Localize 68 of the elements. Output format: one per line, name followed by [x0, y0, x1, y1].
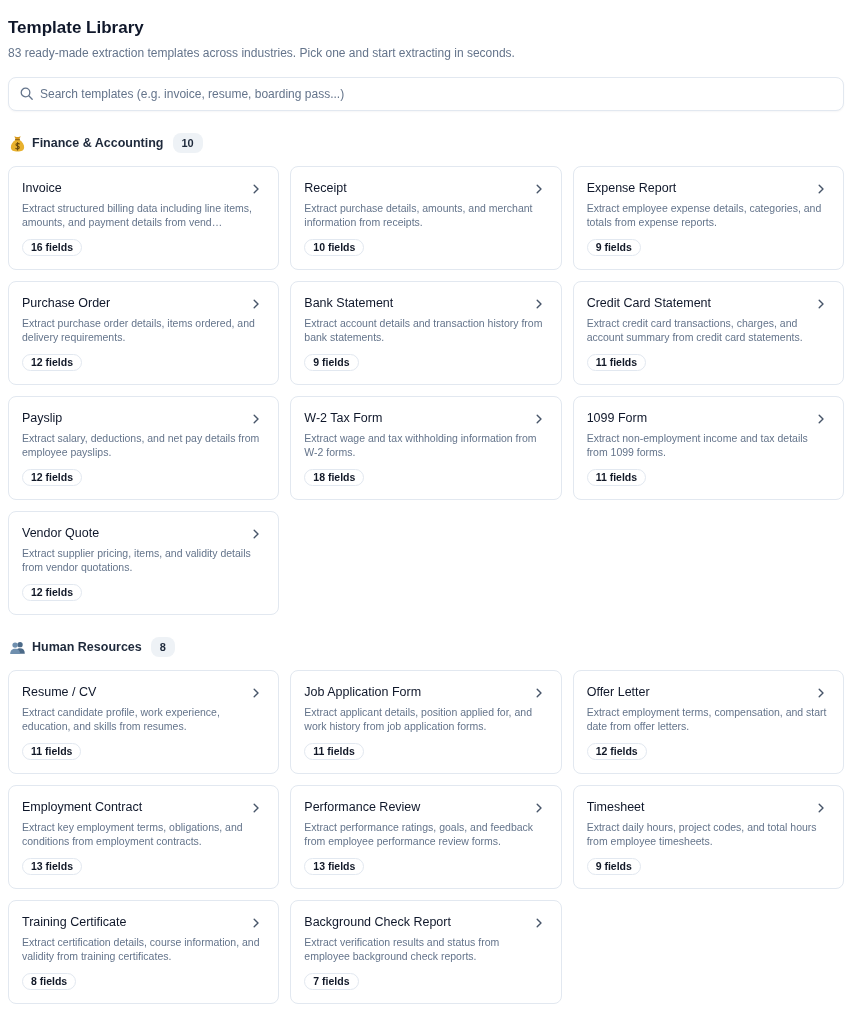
card-title: Credit Card Statement [586, 295, 711, 312]
chevron-right-icon [816, 802, 826, 813]
page-title: Template Library [8, 17, 145, 39]
template-card[interactable]: Training Certificate Extract certification details, course information, and validity from training certificates. 8 fields [8, 900, 280, 1004]
page-subtitle: 83 ready-made extraction templates across industries. Pick one and start extracting in seconds. [8, 45, 516, 61]
card-title: Performance Review [304, 799, 421, 816]
chevron-right-icon [816, 298, 826, 309]
template-card[interactable]: Payslip Extract salary, deductions, and net pay details from employee payslips. 12 fields [8, 396, 280, 500]
card-title: Training Certificate [22, 914, 127, 931]
section-title: Finance & Accounting [32, 134, 164, 152]
card-title: Bank Statement [304, 295, 394, 312]
card-description: Extract certification details, course information, and validity from training certificates. [22, 935, 261, 963]
template-card[interactable]: Expense Report Extract employee expense details, categories, and totals from expense reports. 9 fields [572, 166, 844, 270]
template-card[interactable]: Resume / CV Extract candidate profile, work experience, education, and skills from resumes. 11 fields [8, 670, 280, 774]
chevron-right-icon [816, 687, 826, 698]
money-bag-icon [10, 134, 25, 152]
search-icon [20, 87, 33, 100]
card-description: Extract non-employment income and tax details from 1099 forms. [586, 431, 809, 459]
card-title: Purchase Order [22, 295, 111, 312]
template-card[interactable]: 1099 Form Extract non-employment income and tax details from 1099 forms. 11 fields [572, 396, 844, 500]
card-title: W-2 Tax Form [304, 410, 383, 427]
card-title: Resume / CV [22, 684, 97, 701]
template-card[interactable]: Purchase Order Extract purchase order details, items ordered, and delivery requirements. 12 fields [8, 281, 280, 385]
card-title: Offer Letter [586, 684, 650, 701]
card-description: Extract purchase order details, items ordered, and delivery requirements. [22, 316, 256, 344]
template-card[interactable]: Background Check Report Extract verification results and status from employee background check reports. 7 fields [290, 900, 562, 1004]
template-card[interactable]: Credit Card Statement Extract credit card transactions, charges, and account summary from credit card statements. 11 fields [572, 281, 844, 385]
template-card[interactable]: Performance Review Extract performance ratings, goals, and feedback from employee performance review forms. 13 fields [290, 785, 562, 889]
card-title: Receipt [304, 180, 347, 197]
card-description: Extract salary, deductions, and net pay details from employee payslips. [22, 431, 261, 459]
card-title: Background Check Report [304, 914, 451, 931]
template-card[interactable]: Bank Statement Extract account details and transaction history from bank statements. 9 fields [290, 281, 562, 385]
card-description: Extract verification results and status from employee background check reports. [304, 935, 501, 963]
card-description: Extract supplier pricing, items, and validity details from vendor quotations. [22, 546, 252, 574]
template-card[interactable]: Invoice Extract structured billing data including line items, amounts, and payment details from vend… 16 fields [8, 166, 280, 270]
section-title: Human Resources [32, 638, 142, 656]
section-count: 8 [150, 637, 175, 657]
template-card[interactable]: Offer Letter Extract employment terms, compensation, and start date from offer letters. 12 fields [572, 670, 844, 774]
card-description: Extract key employment terms, obligations, and conditions from employment contracts. [22, 820, 244, 848]
card-description: Extract performance ratings, goals, and feedback from employee performance review forms. [304, 820, 535, 848]
card-description: Extract purchase details, amounts, and merchant information from receipts. [304, 201, 534, 229]
card-title: Timesheet [586, 799, 645, 816]
chevron-right-icon [816, 413, 826, 424]
card-description: Extract candidate profile, work experience, education, and skills from resumes. [22, 705, 221, 733]
card-title: Employment Contract [22, 799, 143, 816]
card-description: Extract applicant details, position applied for, and work history from job application forms. [304, 705, 533, 733]
card-description: Extract account details and transaction history from bank statements. [304, 316, 544, 344]
template-card[interactable]: W-2 Tax Form Extract wage and tax withholding information from W-2 forms. 18 fields [290, 396, 562, 500]
template-card[interactable]: Timesheet Extract daily hours, project codes, and total hours from employee timesheets. 9 fields [572, 785, 844, 889]
template-card[interactable]: Employment Contract Extract key employment terms, obligations, and conditions from employment contracts. 13 fields [8, 785, 280, 889]
section-count: 10 [172, 133, 203, 153]
card-description: Extract employee expense details, categories, and totals from expense reports. [586, 201, 823, 229]
card-description: Extract wage and tax withholding information from W-2 forms. [304, 431, 538, 459]
card-description: Extract employment terms, compensation, and start date from offer letters. [586, 705, 828, 733]
card-title: Invoice [22, 180, 62, 197]
card-title: Expense Report [586, 180, 677, 197]
search-field[interactable]: Search templates (e.g. invoice, resume, boarding pass...) [8, 77, 844, 111]
card-description: Extract daily hours, project codes, and total hours from employee timesheets. [586, 820, 818, 848]
template-card[interactable]: Job Application Form Extract applicant details, position applied for, and work history from job application forms. 11 fields [290, 670, 562, 774]
card-description: Extract credit card transactions, charges, and account summary from credit card statements. [586, 316, 804, 344]
card-title: Vendor Quote [22, 525, 100, 542]
card-title: 1099 Form [586, 410, 648, 427]
chevron-right-icon [816, 183, 826, 194]
card-title: Payslip [22, 410, 63, 427]
card-title: Job Application Form [304, 684, 422, 701]
card-description: Extract structured billing data including line items, amounts, and payment details from vend… [22, 201, 253, 229]
template-card[interactable]: Vendor Quote Extract supplier pricing, items, and validity details from vendor quotations. 12 fields [8, 511, 280, 615]
template-card[interactable]: Receipt Extract purchase details, amounts, and merchant information from receipts. 10 fields [290, 166, 562, 270]
